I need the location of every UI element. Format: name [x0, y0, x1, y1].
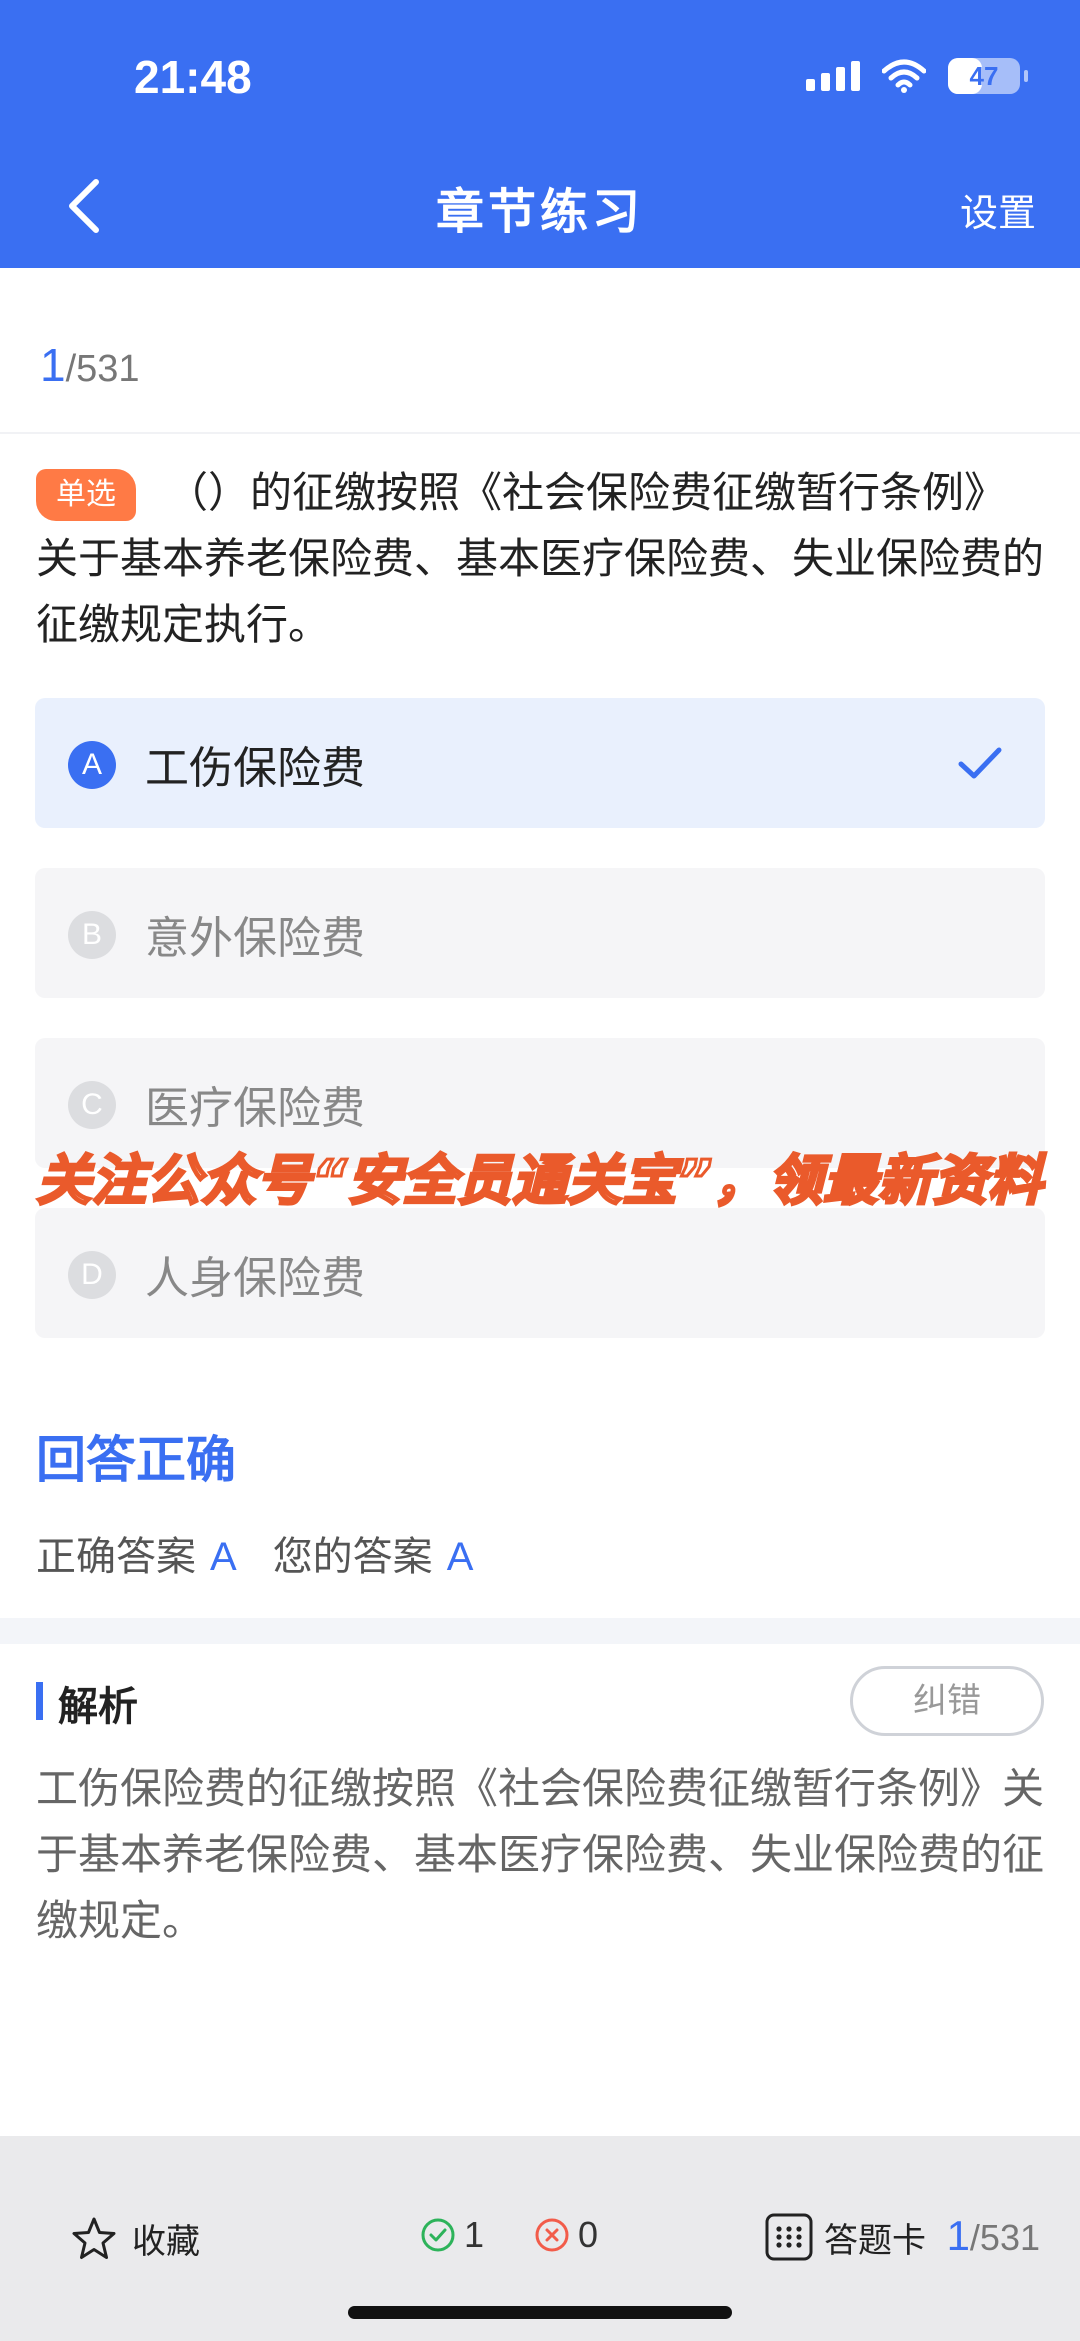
- section-divider: [0, 1618, 1080, 1644]
- page-title: 章节练习: [435, 184, 644, 240]
- progress-current: 1: [40, 339, 66, 391]
- question-progress: 1/531: [40, 338, 140, 392]
- home-indicator[interactable]: [348, 2306, 732, 2319]
- option-letter: C: [68, 1081, 116, 1129]
- question-stem: 单选 （）的征缴按照《社会保险费征缴暂行条例》关于基本养老保险费、基本医疗保险费、…: [36, 460, 1046, 658]
- analysis-accent-bar: [36, 1682, 43, 1720]
- signal-icon: [806, 61, 860, 91]
- check-circle-icon: [421, 2218, 455, 2252]
- correct-answer-value: A: [210, 1535, 237, 1579]
- grid-icon: [765, 2213, 813, 2261]
- check-icon: [958, 747, 1002, 779]
- wrong-count: 0: [534, 2214, 598, 2256]
- option-text: 意外保险费: [145, 913, 365, 964]
- battery-level: 47: [969, 60, 999, 91]
- analysis-text: 工伤保险费的征缴按照《社会保险费征缴暂行条例》关于基本养老保险费、基本医疗保险费…: [36, 1764, 1045, 1945]
- option-b[interactable]: B 意外保险费: [35, 868, 1045, 998]
- favorite-label: 收藏: [132, 2222, 200, 2262]
- option-text: 医疗保险费: [145, 1083, 365, 1134]
- option-letter: D: [68, 1251, 116, 1299]
- bottom-progress: 1/531: [947, 2212, 1040, 2260]
- bottom-progress-total: /531: [969, 2217, 1040, 2258]
- option-text: 人身保险费: [145, 1253, 365, 1304]
- result-title: 回答正确: [36, 1431, 236, 1489]
- your-answer-label: 您的答案: [272, 1534, 433, 1580]
- option-d[interactable]: D 人身保险费: [35, 1208, 1045, 1338]
- wifi-icon: [882, 59, 926, 93]
- cross-circle-icon: [535, 2218, 569, 2252]
- top-header: 21:48 47 章节练习 设置: [0, 0, 1080, 268]
- correct-count-value: 1: [464, 2214, 485, 2255]
- answer-card-label: 答题卡: [824, 2220, 926, 2261]
- option-letter: B: [68, 911, 116, 959]
- question-text: （）的征缴按照《社会保险费征缴暂行条例》关于基本养老保险费、基本医疗保险费、失业…: [36, 468, 1045, 649]
- report-error-button[interactable]: 纠错: [850, 1666, 1044, 1736]
- progress-total: /531: [65, 348, 140, 390]
- settings-button[interactable]: 设置: [960, 182, 1036, 237]
- watermark-overlay: 关注公众号“安全员通关宝”，领最新资料: [35, 1148, 1044, 1214]
- option-text: 工伤保险费: [145, 743, 365, 794]
- option-letter: A: [68, 741, 116, 789]
- divider: [0, 432, 1080, 434]
- bottom-progress-current: 1: [946, 2212, 970, 2259]
- star-icon: [72, 2217, 116, 2259]
- favorite-button[interactable]: 收藏: [70, 2214, 200, 2263]
- question-type-badge: 单选: [36, 469, 136, 521]
- correct-count: 1: [420, 2214, 484, 2256]
- your-answer-value: A: [446, 1535, 474, 1579]
- correct-answer-label: 正确答案: [36, 1534, 196, 1580]
- status-time: 21:48: [134, 51, 252, 103]
- wrong-count-value: 0: [578, 2214, 599, 2255]
- answer-summary: 正确答案 A 您的答案 A: [36, 1524, 473, 1582]
- battery-icon: 47: [948, 58, 1028, 94]
- answer-card-button[interactable]: 答题卡: [764, 2212, 926, 2262]
- status-icons: 47: [806, 58, 1028, 94]
- analysis-title: 解析: [58, 1684, 138, 1730]
- option-a[interactable]: A 工伤保险费: [35, 698, 1045, 828]
